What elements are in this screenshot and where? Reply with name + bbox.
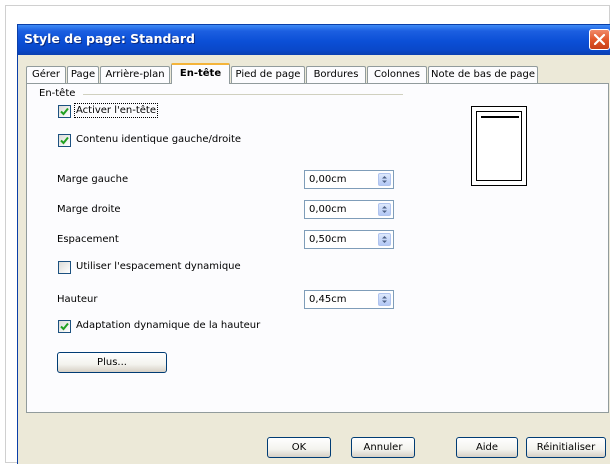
page-preview xyxy=(471,106,527,186)
dynamic-spacing-label: Utiliser l'espacement dynamique xyxy=(76,261,241,272)
right-margin-field[interactable]: 0,00cm xyxy=(304,200,394,219)
group-divider xyxy=(83,94,403,95)
left-margin-label: Marge gauche xyxy=(57,174,129,185)
height-value: 0,45cm xyxy=(309,294,347,305)
tab-en-tete[interactable]: En-tête xyxy=(171,63,230,84)
tab-colonnes[interactable]: Colonnes xyxy=(367,66,427,83)
same-content-checkbox[interactable]: Contenu identique gauche/droite xyxy=(58,134,278,148)
checkbox-box xyxy=(58,105,71,118)
right-margin-value: 0,00cm xyxy=(309,204,347,215)
spacing-value: 0,50cm xyxy=(309,234,347,245)
tab-pied-de-page[interactable]: Pied de page xyxy=(231,66,305,83)
activate-header-label: Activer l'en-tête xyxy=(74,103,158,118)
tab-note-de-bas-de-page[interactable]: Note de bas de page xyxy=(428,66,538,83)
spin-arrows-icon[interactable] xyxy=(378,233,391,246)
spin-arrows-icon[interactable] xyxy=(378,203,391,216)
tab-gerer[interactable]: Gérer xyxy=(26,66,66,83)
ok-button[interactable]: OK xyxy=(267,437,331,458)
autofit-height-checkbox[interactable]: Adaptation dynamique de la hauteur xyxy=(58,320,318,334)
help-button[interactable]: Aide xyxy=(456,437,518,458)
close-button[interactable] xyxy=(589,29,610,50)
close-icon xyxy=(594,34,605,45)
checkbox-box xyxy=(58,261,71,274)
spacing-label: Espacement xyxy=(57,234,119,245)
check-icon xyxy=(60,136,69,145)
left-margin-value: 0,00cm xyxy=(309,174,347,185)
spin-arrows-icon[interactable] xyxy=(378,173,391,186)
autofit-height-label: Adaptation dynamique de la hauteur xyxy=(76,320,261,331)
header-group-label: En-tête xyxy=(39,88,76,99)
same-content-label: Contenu identique gauche/droite xyxy=(76,134,242,145)
tab-arriere-plan[interactable]: Arrière-plan xyxy=(100,66,170,83)
preview-header-line xyxy=(481,116,519,118)
tab-bordures[interactable]: Bordures xyxy=(306,66,366,83)
check-icon xyxy=(60,107,69,116)
height-field[interactable]: 0,45cm xyxy=(304,290,394,309)
more-button[interactable]: Plus... xyxy=(57,352,167,373)
header-tab-panel: En-tête Activer l'en-tête Contenu identi… xyxy=(26,83,609,413)
tab-strip: Gérer Page Arrière-plan En-tête Pied de … xyxy=(26,63,609,84)
page-style-dialog: Style de page: Standard Gérer Page Arriè… xyxy=(17,24,610,464)
left-margin-field[interactable]: 0,00cm xyxy=(304,170,394,189)
tab-page[interactable]: Page xyxy=(67,66,99,83)
checkbox-box xyxy=(58,320,71,333)
height-label: Hauteur xyxy=(57,294,98,305)
titlebar: Style de page: Standard xyxy=(18,25,610,55)
right-margin-label: Marge droite xyxy=(57,204,121,215)
checkbox-box xyxy=(58,134,71,147)
spin-arrows-icon[interactable] xyxy=(378,293,391,306)
cancel-button[interactable]: Annuler xyxy=(351,437,415,458)
activate-header-checkbox[interactable]: Activer l'en-tête xyxy=(58,103,208,119)
window-title: Style de page: Standard xyxy=(24,31,195,46)
check-icon xyxy=(60,322,69,331)
preview-content-area xyxy=(476,111,522,181)
reset-button[interactable]: Réinitialiser xyxy=(526,437,606,458)
spacing-field[interactable]: 0,50cm xyxy=(304,230,394,249)
dynamic-spacing-checkbox[interactable]: Utiliser l'espacement dynamique xyxy=(58,261,298,275)
